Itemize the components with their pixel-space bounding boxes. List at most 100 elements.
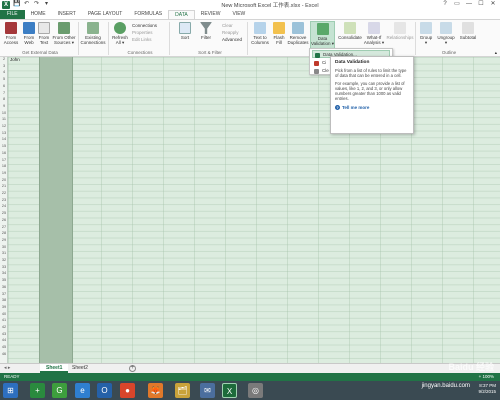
- row-number[interactable]: 10: [0, 111, 8, 115]
- tab-formulas[interactable]: FORMULAS: [128, 10, 168, 19]
- close-button[interactable]: ✕: [488, 0, 498, 9]
- zoom-level[interactable]: + 100%: [479, 374, 494, 379]
- row-number[interactable]: 24: [0, 204, 8, 208]
- tab-page-layout[interactable]: PAGE LAYOUT: [82, 10, 129, 19]
- maximize-button[interactable]: ☐: [476, 0, 486, 9]
- tab-data[interactable]: DATA: [168, 10, 195, 19]
- sheet-nav-arrows[interactable]: ◂ ▸: [4, 365, 10, 371]
- row-number[interactable]: 22: [0, 191, 8, 195]
- row-number[interactable]: 7: [0, 91, 8, 95]
- row-number[interactable]: 28: [0, 231, 8, 235]
- outlook-icon[interactable]: O: [97, 383, 112, 398]
- from-text-button[interactable]: From Text: [37, 22, 51, 45]
- sheet-tab-sheet1[interactable]: Sheet1: [40, 364, 69, 373]
- add-sheet-button[interactable]: +: [129, 365, 136, 372]
- tab-view[interactable]: VIEW: [226, 10, 251, 19]
- row-number[interactable]: 35: [0, 278, 8, 282]
- row-number[interactable]: 34: [0, 271, 8, 275]
- row-number[interactable]: 18: [0, 164, 8, 168]
- help-button[interactable]: ?: [440, 0, 450, 9]
- filter-button[interactable]: Filter: [198, 22, 214, 40]
- ungroup-button[interactable]: Ungroup ▾: [436, 22, 456, 45]
- row-number[interactable]: 20: [0, 178, 8, 182]
- row-number[interactable]: 45: [0, 345, 8, 349]
- row-number[interactable]: 39: [0, 305, 8, 309]
- tab-insert[interactable]: INSERT: [52, 10, 82, 19]
- minimize-button[interactable]: —: [464, 0, 474, 9]
- row-number[interactable]: 41: [0, 318, 8, 322]
- row-number[interactable]: 44: [0, 338, 8, 342]
- sort-button[interactable]: Sort: [178, 22, 192, 40]
- row-number[interactable]: 16: [0, 151, 8, 155]
- tab-file[interactable]: FILE: [0, 10, 25, 19]
- existing-connections-button[interactable]: Existing Connections: [79, 22, 107, 45]
- row-number[interactable]: 37: [0, 292, 8, 296]
- taskbar-app-1[interactable]: +: [30, 383, 45, 398]
- reapply-button[interactable]: Reapply: [222, 30, 239, 35]
- edit-links-button[interactable]: Edit Links: [132, 37, 152, 42]
- row-number[interactable]: 14: [0, 137, 8, 141]
- selected-column-b[interactable]: [39, 57, 73, 363]
- row-number[interactable]: 21: [0, 184, 8, 188]
- tab-home[interactable]: HOME: [25, 10, 52, 19]
- row-number[interactable]: 27: [0, 225, 8, 229]
- taskbar-app-10[interactable]: ◎: [248, 383, 263, 398]
- row-number[interactable]: 38: [0, 298, 8, 302]
- chrome-icon[interactable]: ●: [120, 383, 135, 398]
- row-number[interactable]: 46: [0, 352, 8, 356]
- row-number[interactable]: 40: [0, 312, 8, 316]
- mail-icon[interactable]: ✉: [200, 383, 215, 398]
- consolidate-button[interactable]: Consolidate: [337, 22, 363, 40]
- row-number[interactable]: 19: [0, 171, 8, 175]
- from-access-button[interactable]: From Access: [2, 22, 20, 45]
- ribbon-display-button[interactable]: ▭: [452, 0, 462, 9]
- cell-a2[interactable]: John: [10, 57, 20, 62]
- taskbar-app-2[interactable]: G: [52, 383, 67, 398]
- row-number[interactable]: 23: [0, 198, 8, 202]
- row-number[interactable]: 4: [0, 70, 8, 74]
- row-number[interactable]: 31: [0, 251, 8, 255]
- row-number[interactable]: 11: [0, 117, 8, 121]
- start-button[interactable]: ⊞: [3, 383, 18, 398]
- row-number[interactable]: 30: [0, 245, 8, 249]
- tab-review[interactable]: REVIEW: [195, 10, 227, 19]
- refresh-all-button[interactable]: Refresh All ▾: [110, 22, 130, 45]
- system-tray-clock[interactable]: 8:37 PM 9/2/2015: [478, 383, 496, 395]
- worksheet-grid[interactable]: 2 3 4 5 6 7 8 9 10 11 12 13 14 15 16 17 18 19 20 21 22 23 24 25…: [0, 57, 500, 363]
- row-number[interactable]: 8: [0, 97, 8, 101]
- group-button[interactable]: Group ▾: [417, 22, 435, 45]
- relationships-button[interactable]: Relationships: [386, 22, 414, 40]
- excel-taskbar-icon[interactable]: X: [222, 383, 237, 398]
- row-number[interactable]: 25: [0, 211, 8, 215]
- sheet-tab-sheet2[interactable]: Sheet2: [66, 364, 94, 373]
- row-number[interactable]: 12: [0, 124, 8, 128]
- properties-button[interactable]: Properties: [132, 30, 153, 35]
- what-if-analysis-button[interactable]: What-If Analysis ▾: [363, 22, 385, 45]
- remove-duplicates-button[interactable]: Remove Duplicates: [287, 22, 309, 45]
- save-icon[interactable]: 💾: [13, 1, 20, 8]
- data-validation-button[interactable]: Data Validation ▾: [310, 21, 335, 50]
- tell-me-more-link[interactable]: ? Tell me more: [335, 105, 409, 110]
- row-number[interactable]: 43: [0, 332, 8, 336]
- row-number[interactable]: 33: [0, 265, 8, 269]
- from-web-button[interactable]: From Web: [21, 22, 37, 45]
- advanced-button[interactable]: Advanced: [222, 37, 242, 42]
- connections-button[interactable]: Connections: [132, 23, 157, 28]
- from-other-sources-button[interactable]: From Other Sources ▾: [51, 22, 77, 45]
- ie-icon[interactable]: e: [75, 383, 90, 398]
- subtotal-button[interactable]: Subtotal: [457, 22, 479, 40]
- row-number[interactable]: 6: [0, 84, 8, 88]
- row-number[interactable]: 26: [0, 218, 8, 222]
- row-number[interactable]: 17: [0, 158, 8, 162]
- customize-qat-icon[interactable]: ▾: [43, 1, 50, 8]
- row-number[interactable]: 42: [0, 325, 8, 329]
- row-number[interactable]: 9: [0, 104, 8, 108]
- collapse-ribbon-icon[interactable]: ▴: [495, 50, 497, 55]
- row-number[interactable]: 32: [0, 258, 8, 262]
- row-number[interactable]: 15: [0, 144, 8, 148]
- redo-icon[interactable]: ↷: [33, 1, 40, 8]
- firefox-icon[interactable]: 🦊: [148, 383, 163, 398]
- file-explorer-icon[interactable]: 🗂: [175, 383, 190, 398]
- row-number[interactable]: 29: [0, 238, 8, 242]
- row-number[interactable]: 36: [0, 285, 8, 289]
